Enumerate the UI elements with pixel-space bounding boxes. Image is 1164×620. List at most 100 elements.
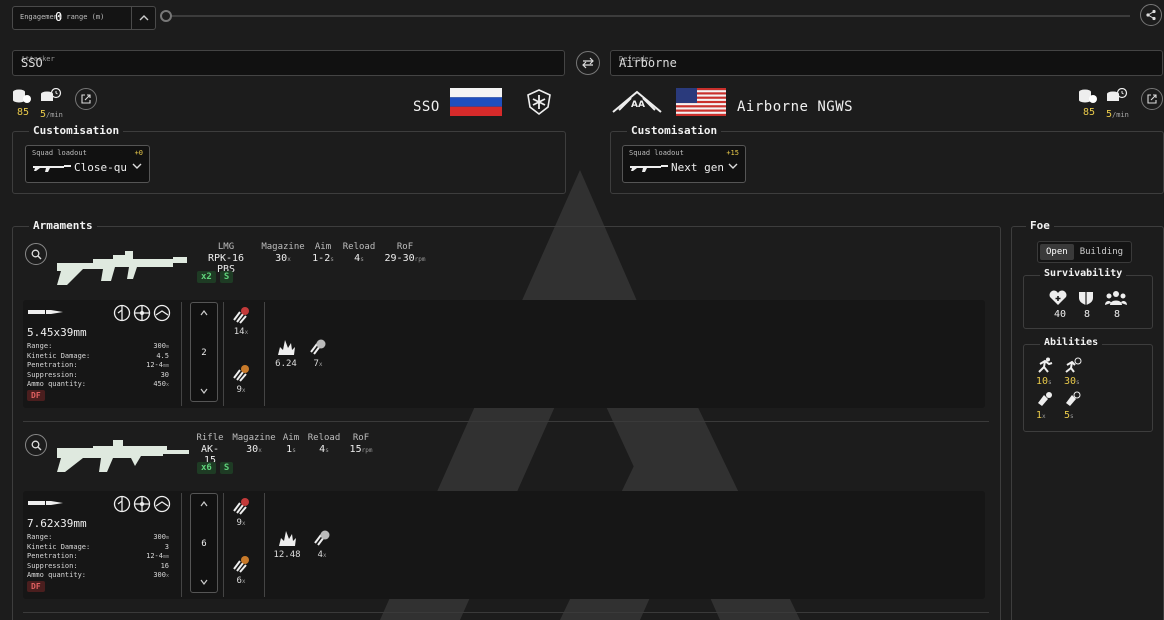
armor-shield-icon: [1079, 292, 1093, 305]
aim-header: Aim: [282, 433, 300, 443]
chevron-up-icon[interactable]: [131, 7, 155, 29]
attacker-select[interactable]: Attacker SSO: [12, 50, 565, 76]
ammo-stat-row: Kinetic Damage: 4.5: [27, 352, 169, 361]
ammo-stat-key: Range:: [27, 533, 53, 541]
burst-stepper[interactable]: 2: [190, 302, 218, 402]
damage-value: 6.24: [275, 359, 297, 369]
ammo-stat-row: Range: 300m: [27, 533, 169, 543]
search-icon: [31, 249, 41, 259]
range-slider-thumb[interactable]: [160, 10, 172, 22]
ammo-stat-row: Suppression: 16: [27, 562, 169, 571]
ammo-stat-key: Penetration:: [27, 552, 78, 560]
armor-stat: 8: [1077, 290, 1097, 320]
swap-button[interactable]: [576, 51, 600, 75]
ammo-stat-row: Suppression: 30: [27, 371, 169, 380]
ammo-stat-key: Kinetic Damage:: [27, 352, 91, 360]
ammo-card: 5.45x39mm Range: 300m Kinetic Damage: 4.5 …: [23, 300, 985, 408]
ammo-card: 7.62x39mm Range: 300m Kinetic Damage: 3 Pe…: [23, 491, 985, 599]
ability-sprint: 10s: [1036, 357, 1058, 387]
aim-value: 1-2: [312, 253, 331, 264]
weapon-class: LMG: [217, 242, 235, 252]
chevron-up-icon[interactable]: [191, 494, 217, 514]
range-slider-track[interactable]: [166, 15, 1130, 17]
bullet-icon: [28, 310, 63, 314]
ammo-stat-value: 12-4: [146, 361, 163, 369]
weapon-inspect-button[interactable]: [25, 434, 47, 456]
defender-customisation-title: Customisation: [627, 124, 722, 137]
ammo-caliber: 5.45x39mm: [27, 326, 87, 339]
health-stat: 40: [1048, 290, 1072, 320]
burst-stepper[interactable]: 6: [190, 493, 218, 593]
usa-flag-icon: [676, 88, 726, 116]
defender-income-unit: /min: [1112, 111, 1129, 119]
rof-col: RoF 29-30rpm: [381, 242, 429, 264]
rof-value: 15: [349, 444, 362, 455]
attacker-loadout-select[interactable]: Squad loadout +0 Close-quarters: [25, 145, 150, 183]
kills-stat: 4x: [311, 529, 333, 560]
ammo-stat-unit: mm: [162, 363, 169, 369]
svg-text:AA: AA: [631, 100, 645, 110]
ammo-stat-value: 30: [160, 371, 169, 379]
bullets-miss-icon: [233, 498, 249, 515]
armor-value: 8: [1083, 309, 1091, 320]
defender-value: Airborne: [619, 56, 677, 70]
defender-faction-name: Airborne NGWS: [737, 99, 854, 115]
toggle-building[interactable]: Building: [1074, 244, 1129, 260]
defender-open-button[interactable]: [1141, 88, 1163, 110]
sprint-icon: [1038, 357, 1053, 373]
health-value: 40: [1053, 309, 1067, 320]
chevron-down-icon[interactable]: [191, 381, 217, 401]
share-icon: [1146, 9, 1156, 21]
attacker-income: 5/min: [40, 87, 68, 120]
loadout-label: Squad loadout: [32, 149, 87, 157]
rof-header: RoF: [352, 433, 370, 443]
ammo-stat-value: 4.5: [156, 352, 169, 360]
magazine-unit: x: [287, 256, 291, 263]
magazine-header: Magazine: [232, 433, 276, 443]
defender-select[interactable]: Defender Airborne: [610, 50, 1163, 76]
loadout-label: Squad loadout: [629, 149, 684, 157]
attacker-open-button[interactable]: [75, 88, 97, 110]
reload-header: Reload: [342, 242, 376, 252]
bullet-icon: [28, 501, 63, 505]
weapon-inspect-button[interactable]: [25, 243, 47, 265]
russia-flag-icon: [450, 88, 502, 116]
engagement-range-input[interactable]: Engagement range (m) 0: [12, 6, 156, 30]
toggle-open[interactable]: Open: [1040, 244, 1074, 260]
sight-icon: [113, 304, 131, 322]
divider: [223, 302, 224, 406]
rof-unit: rpm: [361, 447, 373, 454]
abilities-panel: Abilities 10s 30s 1x 5s: [1023, 337, 1153, 432]
squad-value: 8: [1113, 309, 1121, 320]
ammo-stat-row: Kinetic Damage: 3: [27, 543, 169, 552]
ability-2-unit: s: [1076, 379, 1080, 386]
chevron-down-icon: [728, 163, 738, 169]
foe-cover-toggle[interactable]: Open Building: [1037, 241, 1133, 263]
reload-unit: s: [325, 447, 329, 454]
hits-bottom: 9x: [229, 364, 253, 395]
ammo-type-badge: DF: [27, 581, 45, 592]
ammo-stat-row: Ammo quantity: 450x: [27, 380, 169, 390]
chevron-down-icon[interactable]: [191, 572, 217, 592]
defender-loadout-select[interactable]: Squad loadout +15 Next generation: [622, 145, 746, 183]
coins-icon: [1079, 89, 1097, 103]
divider: [264, 493, 265, 597]
squad-people-icon: [1105, 291, 1127, 305]
attacker-faction-name: SSO: [413, 99, 440, 115]
attacker-income-unit: /min: [46, 111, 63, 119]
sight-icon: [153, 495, 171, 513]
chevron-up-icon[interactable]: [191, 303, 217, 323]
divider: [181, 302, 182, 406]
rifle-icon: [630, 165, 668, 172]
weapon-tag-badge: S: [219, 462, 234, 474]
ability-1-unit: s: [1048, 379, 1052, 386]
share-button[interactable]: [1140, 4, 1162, 26]
ammo-stat-value: 450: [153, 380, 166, 388]
survivability-title: Survivability: [1040, 268, 1127, 279]
magazine-header: Magazine: [261, 242, 305, 252]
engagement-range-value: 0: [55, 10, 63, 24]
external-link-icon: [81, 94, 91, 104]
bullets-skull-icon: [310, 339, 326, 355]
aim-col: Aim 1-2s: [309, 242, 337, 264]
weapon-separator: [23, 421, 989, 422]
